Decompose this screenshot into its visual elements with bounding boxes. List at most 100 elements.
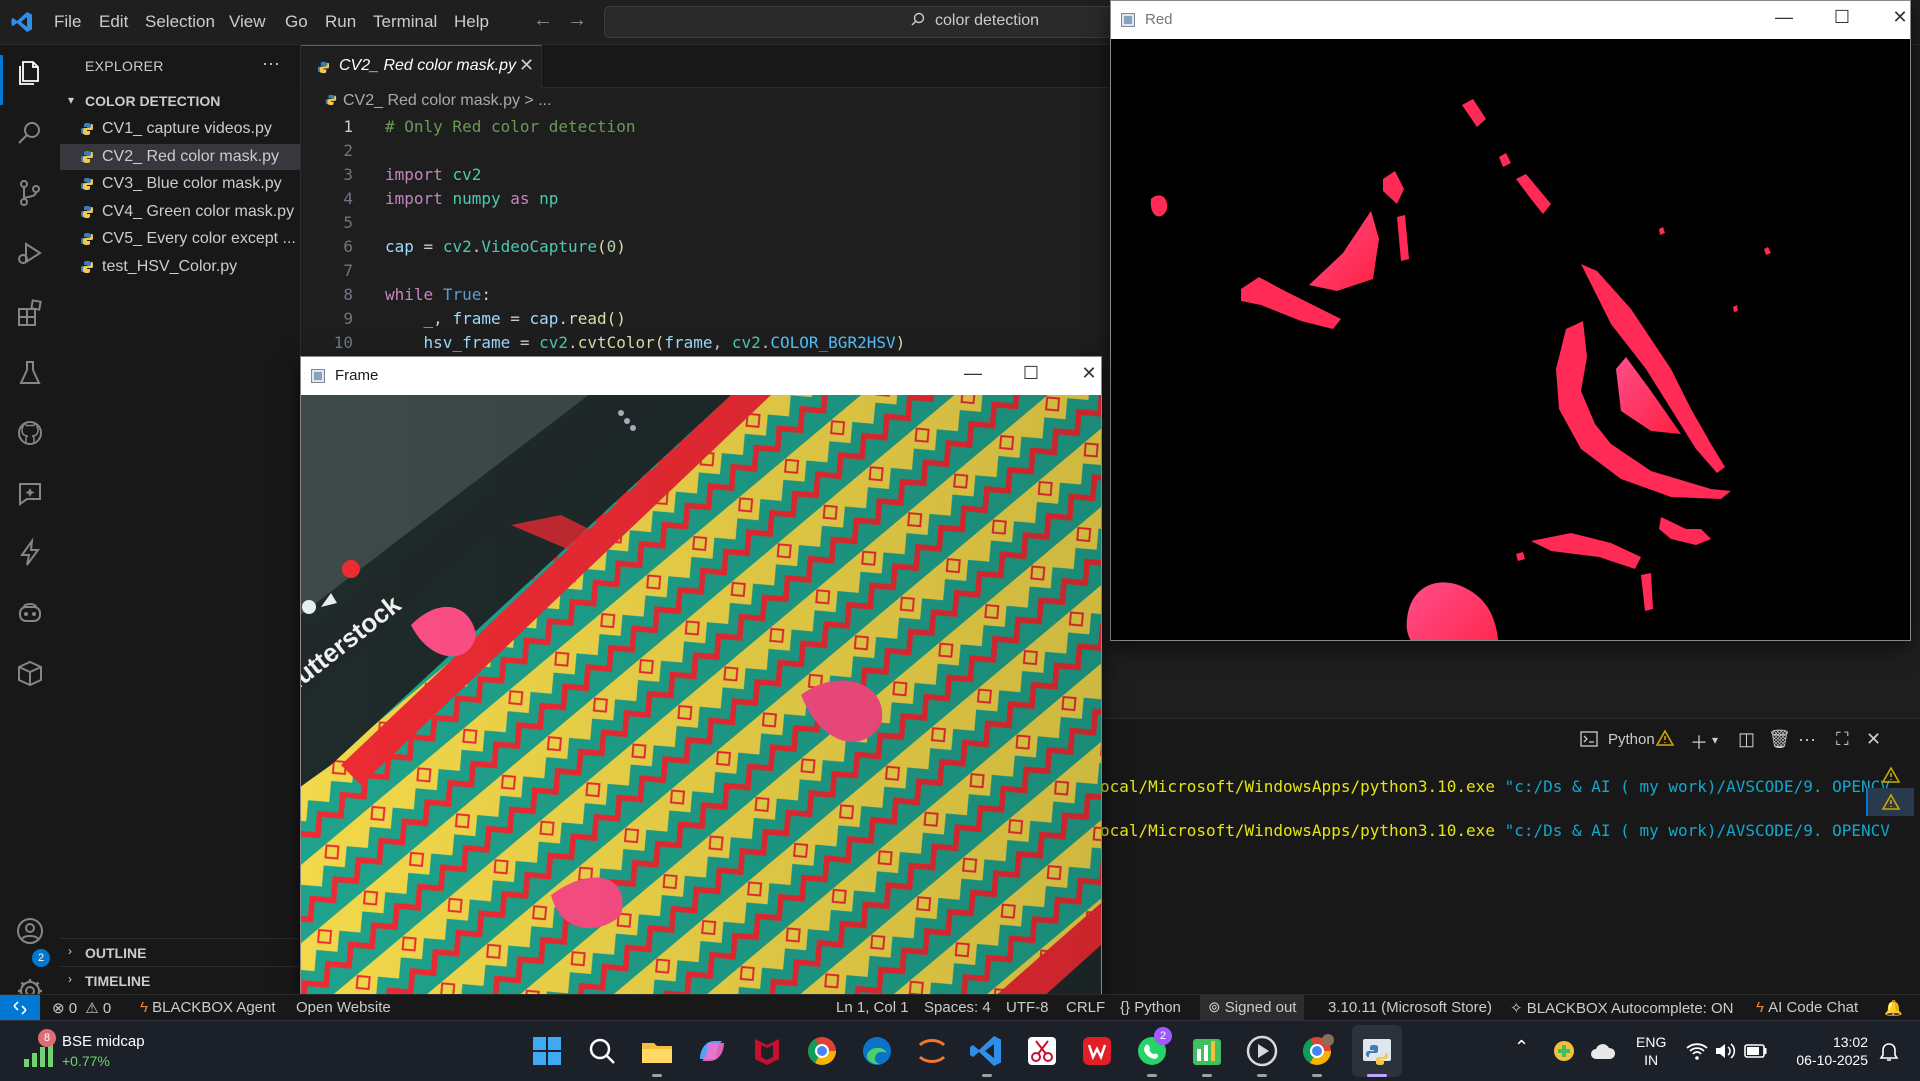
extensions-icon[interactable] [14, 297, 46, 329]
command-center-search[interactable]: color detection [604, 6, 1126, 38]
battery-icon[interactable] [1744, 1043, 1768, 1059]
close-window-icon[interactable]: ✕ [1880, 7, 1920, 28]
clock[interactable]: 13:02 06-10-2025 [1788, 1033, 1868, 1069]
open-website-button[interactable]: Open Website [296, 999, 391, 1016]
edge-icon[interactable] [857, 1031, 897, 1071]
back-arrow-icon[interactable]: ← [533, 9, 553, 32]
file-item[interactable]: CV1_ capture videos.py [60, 116, 300, 142]
encoding[interactable]: UTF-8 [1006, 999, 1049, 1016]
remote-indicator[interactable] [0, 995, 40, 1021]
media-player-icon[interactable] [1242, 1031, 1282, 1071]
file-item[interactable]: CV2_ Red color mask.py [60, 143, 300, 170]
code-editor[interactable]: 1 # Only Red color detection 2 3 import … [301, 114, 1111, 354]
search-icon[interactable] [582, 1031, 622, 1071]
more-actions-icon[interactable]: ··· [262, 53, 280, 74]
source-control-icon[interactable] [14, 177, 46, 209]
split-terminal-icon[interactable]: ◫ [1738, 729, 1755, 750]
mcafee-icon[interactable] [747, 1031, 787, 1071]
maximize-icon[interactable]: ☐ [1822, 7, 1862, 28]
explorer-icon[interactable] [14, 57, 46, 89]
running-indicator [1312, 1074, 1322, 1077]
jupyter-icon[interactable] [912, 1031, 952, 1071]
menu-edit[interactable]: Edit [99, 12, 128, 32]
close-panel-icon[interactable]: ✕ [1866, 729, 1881, 750]
python-app-icon[interactable] [1357, 1031, 1397, 1071]
close-tab-icon[interactable]: ✕ [519, 55, 534, 76]
run-debug-icon[interactable] [14, 237, 46, 269]
window-titlebar[interactable]: Red — ☐ ✕ [1111, 1, 1910, 39]
line-ending[interactable]: CRLF [1066, 999, 1105, 1016]
line-number: 10 [333, 333, 353, 352]
signed-out-button[interactable]: ⊚ Signed out [1200, 995, 1305, 1021]
module-token: np [539, 189, 559, 208]
indentation[interactable]: Spaces: 4 [924, 999, 991, 1016]
windows-start-icon[interactable] [527, 1031, 567, 1071]
maximize-icon[interactable]: ☐ [1011, 363, 1051, 384]
folder-header[interactable]: ▾ COLOR DETECTION [60, 90, 300, 112]
outline-section[interactable]: › OUTLINE [60, 938, 300, 965]
python-interpreter[interactable]: 3.10.11 (Microsoft Store) [1328, 999, 1492, 1016]
testing-flask-icon[interactable] [14, 357, 46, 389]
menu-run[interactable]: Run [325, 12, 356, 32]
file-item[interactable]: CV4_ Green color mask.py [60, 199, 300, 225]
notification-bell-icon[interactable] [1878, 1041, 1900, 1063]
onedrive-cloud-icon[interactable] [1590, 1041, 1616, 1061]
chrome-icon[interactable] [802, 1031, 842, 1071]
file-item[interactable]: test_HSV_Color.py [60, 254, 300, 280]
snipping-tool-icon[interactable] [1022, 1031, 1062, 1071]
chevron-up-icon[interactable]: ⌃ [1514, 1037, 1529, 1058]
menu-view[interactable]: View [229, 12, 266, 32]
breadcrumb[interactable]: CV2_ Red color mask.py > ... [325, 92, 552, 110]
wifi-icon[interactable] [1686, 1041, 1708, 1061]
forward-arrow-icon[interactable]: → [567, 9, 587, 32]
blackbox-chat-icon[interactable] [14, 477, 46, 509]
wps-office-icon[interactable] [1077, 1031, 1117, 1071]
more-actions-icon[interactable]: ··· [1798, 729, 1816, 750]
punct-token: ( [654, 333, 665, 352]
file-item[interactable]: CV3_ Blue color mask.py [60, 171, 300, 197]
menu-selection[interactable]: Selection [145, 12, 215, 32]
copilot-icon[interactable] [692, 1031, 732, 1071]
input-language[interactable]: ENG IN [1636, 1033, 1666, 1069]
timeline-section[interactable]: › TIMELINE [60, 966, 300, 993]
google-drive-icon[interactable] [1552, 1039, 1576, 1063]
trash-icon[interactable]: 🗑 [1768, 729, 1791, 750]
variable-token: frame [452, 309, 501, 328]
maximize-panel-icon[interactable]: ⛶ [1836, 729, 1849, 750]
cursor-position[interactable]: Ln 1, Col 1 [836, 999, 909, 1016]
blackbox-agent-button[interactable]: ϟ BLACKBOX Agent [140, 999, 276, 1016]
close-window-icon[interactable]: ✕ [1069, 363, 1109, 384]
new-terminal-icon[interactable]: ＋ [1690, 729, 1708, 755]
chrome-profile-icon[interactable] [1297, 1031, 1337, 1071]
github-icon[interactable] [14, 417, 46, 449]
ai-code-chat[interactable]: ϟ AI Code Chat [1756, 999, 1858, 1016]
tab-red-color-mask[interactable]: CV2_ Red color mask.py ✕ [301, 45, 542, 88]
accounts-icon[interactable] [14, 915, 46, 947]
red-mask-window[interactable]: Red — ☐ ✕ [1110, 0, 1911, 641]
search-view-icon[interactable] [14, 117, 46, 149]
minimize-icon[interactable]: — [1764, 7, 1804, 28]
terminal-name[interactable]: Python [1608, 731, 1655, 748]
minimize-icon[interactable]: — [953, 363, 993, 384]
file-item[interactable]: CV5_ Every color except ... [60, 226, 300, 252]
stock-widget[interactable]: 8 BSE midcap +0.77% [18, 1029, 158, 1075]
problems-indicator[interactable]: ⊗ 0 ⚠ 0 [52, 999, 111, 1017]
vscode-icon[interactable] [967, 1031, 1007, 1071]
package-box-icon[interactable] [14, 657, 46, 689]
window-titlebar[interactable]: Frame — ☐ ✕ [301, 357, 1101, 395]
file-explorer-icon[interactable] [637, 1031, 677, 1071]
menu-help[interactable]: Help [454, 12, 489, 32]
notifications-bell-icon[interactable]: 🔔 [1884, 999, 1903, 1017]
menu-terminal[interactable]: Terminal [373, 12, 437, 32]
blackbox-autocomplete[interactable]: ✧ BLACKBOX Autocomplete: ON [1510, 999, 1734, 1017]
copilot-icon[interactable] [14, 597, 46, 629]
language-mode[interactable]: {} Python [1120, 999, 1181, 1016]
lightning-icon[interactable] [14, 537, 46, 569]
menu-go[interactable]: Go [285, 12, 308, 32]
frame-window[interactable]: Frame — ☐ ✕ hutterstock [300, 356, 1102, 996]
chevron-down-icon[interactable]: ▾ [1712, 733, 1718, 747]
language-code: ENG [1636, 1034, 1667, 1050]
volume-icon[interactable] [1714, 1041, 1736, 1061]
menu-file[interactable]: File [54, 12, 81, 32]
money-manager-icon[interactable] [1187, 1031, 1227, 1071]
